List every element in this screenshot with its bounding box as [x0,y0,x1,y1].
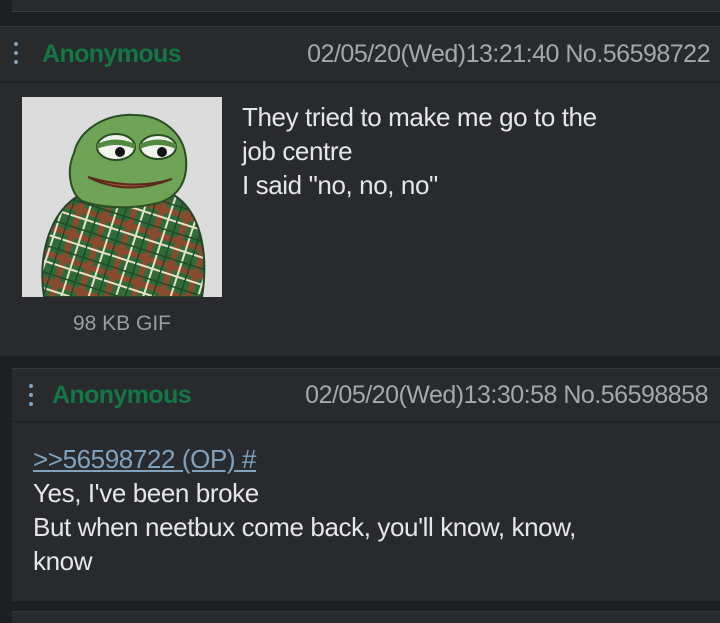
message-line: They tried to make me go to the [242,102,597,132]
poster-name[interactable]: Anonymous [42,40,182,69]
pepe-blanket-image [22,97,222,297]
post-menu-icon[interactable] [28,384,34,410]
message-line: But when neetbux come back, you'll know,… [33,512,576,542]
message-line: Yes, I've been broke [33,478,259,508]
post-header: Anonymous 02/05/20(Wed)13:30:58 No.56598… [12,369,720,422]
post-meta: 02/05/20(Wed)13:30:58 No.56598858 [305,381,708,410]
post-header: Anonymous 02/05/20(Wed)13:21:40 No.56598… [0,27,720,83]
post-menu-icon[interactable] [13,42,19,68]
previous-post-bottom [12,0,720,12]
file-info: 98 KB GIF [72,312,172,335]
post-number[interactable]: No.56598858 [563,381,708,409]
reply-post: Anonymous 02/05/20(Wed)13:30:58 No.56598… [12,368,720,601]
post-message: >>56598722 (OP) # Yes, I've been broke B… [33,442,713,578]
post-image-thumbnail[interactable] [22,97,222,297]
post-datetime: 02/05/20(Wed)13:30:58 [305,381,557,409]
previous-post-edge [0,0,720,26]
post-meta: 02/05/20(Wed)13:21:40 No.56598722 [307,40,710,69]
post-number[interactable]: No.56598722 [565,40,710,68]
post-datetime: 02/05/20(Wed)13:21:40 [307,40,559,68]
op-post: Anonymous 02/05/20(Wed)13:21:40 No.56598… [0,26,720,356]
next-post-edge [12,611,720,623]
message-line: I said "no, no, no" [242,170,438,200]
message-line: job centre [242,136,353,166]
poster-name[interactable]: Anonymous [52,381,192,410]
message-line: know [33,546,93,576]
op-quote-link[interactable]: >>56598722 (OP) # [33,444,256,474]
post-message: They tried to make me go to the job cent… [242,100,712,202]
